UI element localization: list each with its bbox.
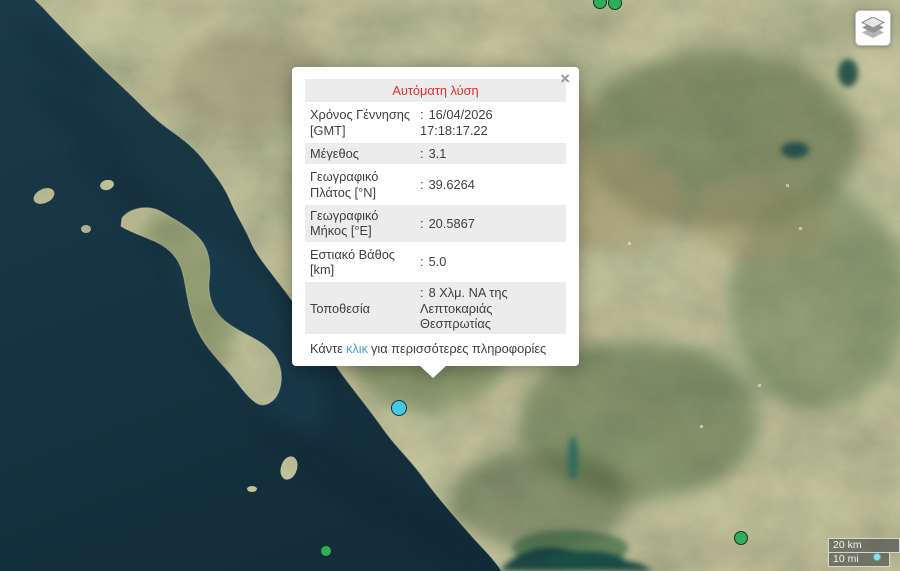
- row-value: :5.0: [414, 254, 561, 269]
- popup-tail: [419, 365, 447, 378]
- row-location: Τοποθεσία :8 Χλμ. ΝΑ της Λεπτοκαριάς Θεσ…: [305, 282, 566, 334]
- row-label: Χρόνος Γέννησης [GMT]: [310, 107, 414, 138]
- row-value: :16/04/2026 17:18:17.22: [414, 107, 561, 138]
- popup-title: Αυτόματη λύση: [305, 79, 566, 102]
- click-link[interactable]: κλικ: [346, 341, 368, 356]
- row-label: Εστιακό Βάθος [km]: [310, 247, 414, 278]
- row-value: :3.1: [414, 146, 561, 161]
- scale-control: 20 km 10 mi: [828, 538, 900, 567]
- row-depth: Εστιακό Βάθος [km] :5.0: [305, 244, 566, 281]
- popup-close-icon[interactable]: ×: [558, 68, 572, 89]
- popup-more-info: Κάντεκλικγια περισσότερες πληροφορίες: [305, 336, 566, 356]
- row-label: Μέγεθος: [310, 146, 414, 161]
- earthquake-info-table: Αυτόματη λύση Χρόνος Γέννησης [GMT] :16/…: [305, 79, 566, 357]
- earthquake-marker[interactable]: [734, 531, 748, 545]
- row-value: :8 Χλμ. ΝΑ της Λεπτοκαριάς Θεσπρωτίας: [414, 285, 561, 331]
- row-label: Τοποθεσία: [310, 301, 414, 316]
- earthquake-popup: × Αυτόματη λύση Χρόνος Γέννησης [GMT] :1…: [292, 67, 579, 366]
- row-value: :20.5867: [414, 216, 561, 231]
- scale-km-label: 20 km: [828, 538, 900, 553]
- layers-control-button[interactable]: [855, 10, 891, 46]
- row-label: Γεωγραφικό Πλάτος [°N]: [310, 169, 414, 200]
- row-magnitude: Μέγεθος :3.1: [305, 143, 566, 164]
- row-label: Γεωγραφικό Μήκος [°E]: [310, 208, 414, 239]
- earthquake-marker[interactable]: [873, 553, 881, 561]
- row-origin-time: Χρόνος Γέννησης [GMT] :16/04/2026 17:18:…: [305, 104, 566, 141]
- row-longitude: Γεωγραφικό Μήκος [°E] :20.5867: [305, 205, 566, 242]
- earthquake-marker[interactable]: [391, 400, 407, 416]
- row-latitude: Γεωγραφικό Πλάτος [°N] :39.6264: [305, 166, 566, 203]
- row-value: :39.6264: [414, 177, 561, 192]
- layers-icon: [861, 17, 885, 39]
- earthquake-marker[interactable]: [320, 545, 332, 557]
